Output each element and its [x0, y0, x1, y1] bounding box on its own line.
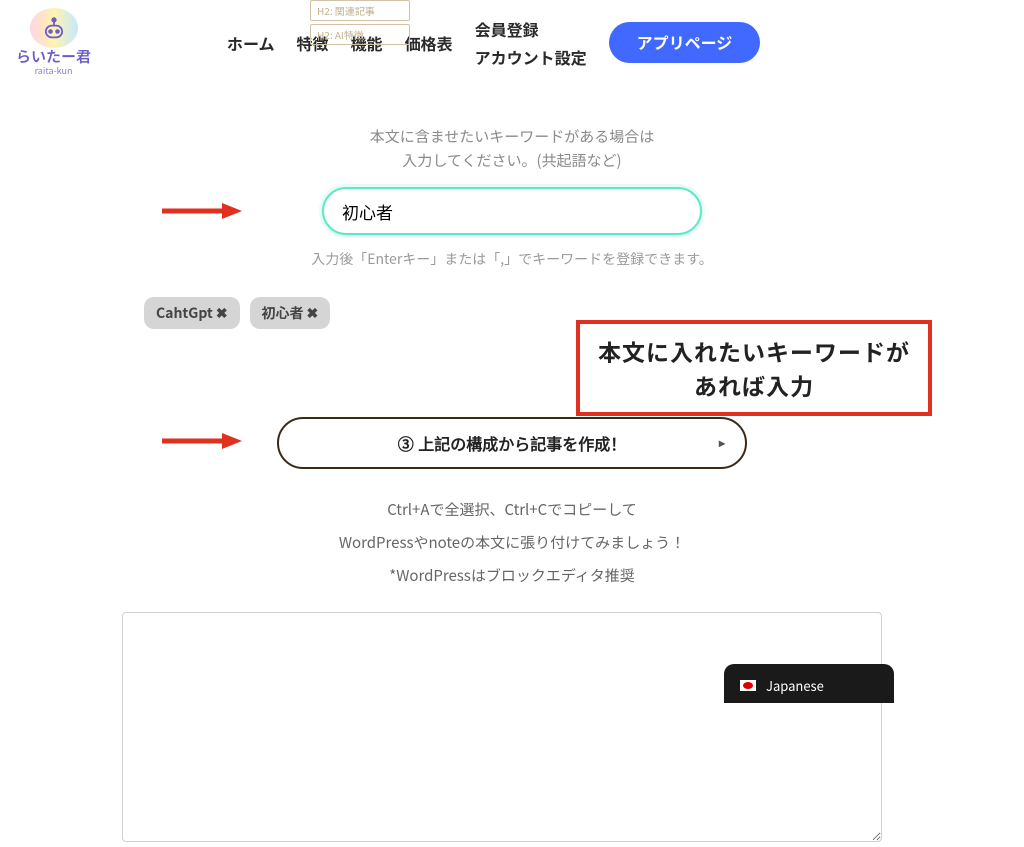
nav-account[interactable]: アカウント設定 — [475, 45, 587, 69]
tips-line-1: Ctrl+Aで全選択、Ctrl+Cでコピーして — [122, 493, 902, 526]
arrow-annotation-1 — [162, 201, 242, 221]
keyword-hint: 入力後「Enterキー」または「,」でキーワードを登録できます。 — [122, 249, 902, 269]
nav: ホーム 特徴 機能 価格表 会員登録 アカウント設定 アプリページ — [227, 17, 760, 69]
language-selector[interactable]: Japanese — [724, 664, 894, 703]
tag-label: 初心者 — [262, 303, 304, 323]
logo-subtext: raita-kun — [35, 64, 73, 77]
arrow-icon — [162, 201, 242, 221]
app-page-button[interactable]: アプリページ — [609, 22, 761, 63]
tag-label: CahtGpt — [156, 303, 213, 323]
language-label: Japanese — [766, 676, 824, 695]
annotation-line-1: 本文に入れたいキーワードが — [598, 334, 910, 368]
tips-section: Ctrl+Aで全選択、Ctrl+Cでコピーして WordPressやnoteの本… — [122, 493, 902, 592]
japan-flag-icon — [740, 680, 756, 691]
robot-icon — [40, 14, 68, 42]
nav-pricing[interactable]: 価格表 — [405, 31, 453, 55]
instruction-line-1: 本文に含ませたいキーワードがある場合は — [122, 125, 902, 149]
tag-cahtgpt[interactable]: CahtGpt✖ — [144, 297, 240, 329]
tips-line-3: *WordPressはブロックエディタ推奨 — [122, 559, 902, 592]
nav-home[interactable]: ホーム — [227, 31, 275, 55]
bg-hint-2: H2: AI特徴 — [310, 24, 410, 45]
instruction-line-2: 入力してください。(共起語など) — [122, 149, 902, 173]
annotation-line-2: あれば入力 — [598, 368, 910, 402]
logo-icon — [30, 8, 78, 48]
logo[interactable]: らいたー君 raita-kun — [16, 8, 91, 77]
keyword-input[interactable] — [322, 187, 702, 235]
background-hint-box: H2: 関連記事 H2: AI特徴 — [310, 0, 410, 48]
arrow-icon — [162, 431, 242, 451]
keyword-instruction: 本文に含ませたいキーワードがある場合は 入力してください。(共起語など) — [122, 125, 902, 173]
tips-line-2: WordPressやnoteの本文に張り付けてみましょう！ — [122, 526, 902, 559]
arrow-annotation-2 — [162, 431, 242, 456]
generate-button-label: ③ 上記の構成から記事を作成！ — [398, 431, 626, 455]
close-icon[interactable]: ✖ — [307, 303, 319, 323]
header: らいたー君 raita-kun ホーム 特徴 機能 価格表 会員登録 アカウント… — [0, 0, 1024, 85]
nav-register[interactable]: 会員登録 — [475, 17, 587, 41]
tag-shoshinsha[interactable]: 初心者✖ — [250, 297, 331, 329]
close-icon[interactable]: ✖ — [216, 303, 228, 323]
annotation-box: 本文に入れたいキーワードが あれば入力 — [576, 320, 932, 416]
generate-article-button[interactable]: ③ 上記の構成から記事を作成！ — [277, 417, 747, 469]
output-textarea[interactable] — [122, 612, 882, 842]
bg-hint-1: H2: 関連記事 — [310, 0, 410, 21]
